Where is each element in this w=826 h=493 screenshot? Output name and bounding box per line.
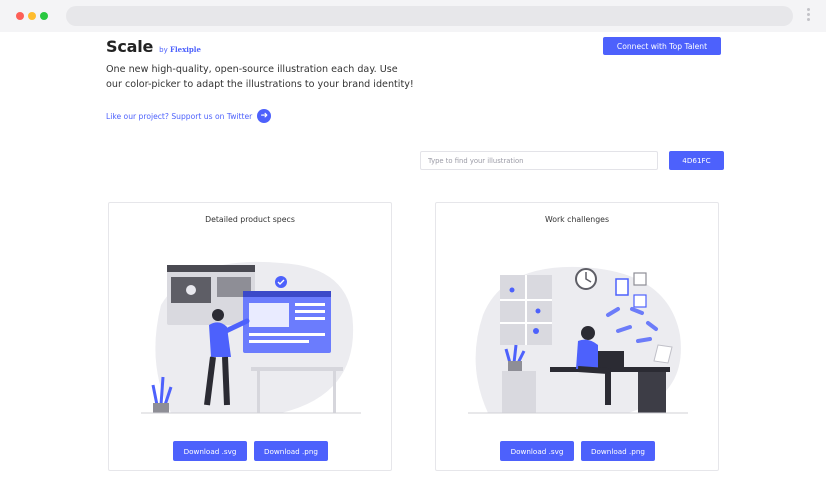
download-png-button[interactable]: Download .png	[254, 441, 328, 461]
search-input[interactable]	[420, 151, 658, 170]
download-svg-button[interactable]: Download .svg	[500, 441, 574, 461]
illustration-card: Detailed product specs Download .svg Dow…	[108, 202, 392, 471]
card-title: Work challenges	[544, 215, 610, 224]
maximize-window-icon[interactable]	[40, 12, 48, 20]
brand: Scale by Flexiple	[106, 37, 201, 56]
color-picker-button[interactable]: 4D61FC	[669, 151, 724, 170]
page-description: One new high-quality, open-source illust…	[106, 64, 414, 90]
product-specs-illustration	[141, 261, 361, 414]
browser-menu-icon[interactable]	[805, 8, 811, 24]
browser-chrome	[0, 0, 826, 32]
brand-name: Scale	[106, 37, 154, 56]
address-bar[interactable]	[66, 6, 793, 26]
connect-talent-button[interactable]: Connect with Top Talent	[603, 37, 721, 55]
minimize-window-icon[interactable]	[28, 12, 36, 20]
arrow-right-circle-icon: ➜	[257, 109, 272, 123]
work-challenges-illustration	[468, 266, 688, 414]
brand-attribution[interactable]: by Flexiple	[159, 45, 201, 54]
card-title: Detailed product specs	[205, 215, 295, 224]
download-png-button[interactable]: Download .png	[581, 441, 655, 461]
brand-by-prefix: by	[159, 46, 168, 54]
support-link-label: Like our project? Support us on Twitter	[106, 111, 253, 121]
illustration-card: Work challenges Download .svg Download .…	[435, 202, 719, 471]
download-svg-button[interactable]: Download .svg	[173, 441, 247, 461]
close-window-icon[interactable]	[16, 12, 24, 20]
support-twitter-link[interactable]: Like our project? Support us on Twitter …	[106, 109, 272, 123]
brand-by-name: Flexiple	[169, 45, 201, 54]
